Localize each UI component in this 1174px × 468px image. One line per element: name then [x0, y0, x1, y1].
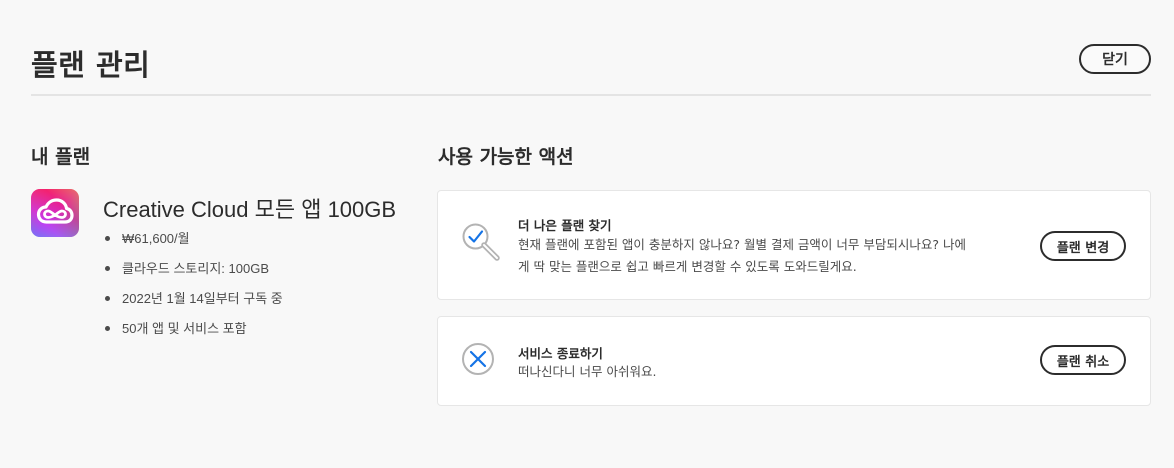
find-better-plan-title: 더 나은 플랜 찾기 [518, 218, 612, 233]
end-service-card: 서비스 종료하기 떠나신다니 너무 아쉬워요. 플랜 취소 [437, 316, 1151, 406]
my-plan-heading: 내 플랜 [31, 146, 91, 168]
available-actions-heading: 사용 가능한 액션 [438, 146, 574, 168]
find-better-plan-description-line: 현재 플랜에 포함된 앱이 충분하지 않나요? 월별 결제 금액이 너무 부담되… [518, 237, 966, 252]
page-header: 플랜 관리 닫기 [31, 38, 1151, 96]
plan-details-list: ₩61,600/월 클라우드 스토리지: 100GB 2022년 1월 14일부… [105, 230, 283, 350]
change-plan-button[interactable]: 플랜 변경 [1040, 231, 1126, 261]
find-better-plan-card: 더 나은 플랜 찾기 현재 플랜에 포함된 앱이 충분하지 않나요? 월별 결제… [437, 190, 1151, 300]
magnifier-check-icon [462, 223, 500, 261]
end-service-description: 떠나신다니 너무 아쉬워요. [518, 364, 657, 379]
plan-name: Creative Cloud 모든 앱 100GB [103, 197, 397, 222]
find-better-plan-description: 현재 플랜에 포함된 앱이 충분하지 않나요? 월별 결제 금액이 너무 부담되… [518, 234, 1018, 278]
plan-start-date: 2022년 1월 14일부터 구독 중 [105, 290, 283, 320]
creative-cloud-logo-icon [31, 189, 79, 237]
plan-storage: 클라우드 스토리지: 100GB [105, 260, 283, 290]
find-better-plan-description-line: 게 딱 맞는 플랜으로 쉽고 빠르게 변경할 수 있도록 도와드릴게요. [518, 259, 857, 274]
cancel-x-icon [462, 343, 494, 375]
plan-price: ₩61,600/월 [105, 230, 283, 260]
manage-plan-page: 플랜 관리 닫기 내 플랜 Creative Cloud 모든 앱 100GB … [0, 0, 1174, 468]
plan-included-apps: 50개 앱 및 서비스 포함 [105, 320, 283, 350]
close-button[interactable]: 닫기 [1079, 44, 1151, 74]
cancel-plan-button[interactable]: 플랜 취소 [1040, 345, 1126, 375]
end-service-title: 서비스 종료하기 [518, 346, 603, 361]
page-title: 플랜 관리 [31, 48, 151, 82]
